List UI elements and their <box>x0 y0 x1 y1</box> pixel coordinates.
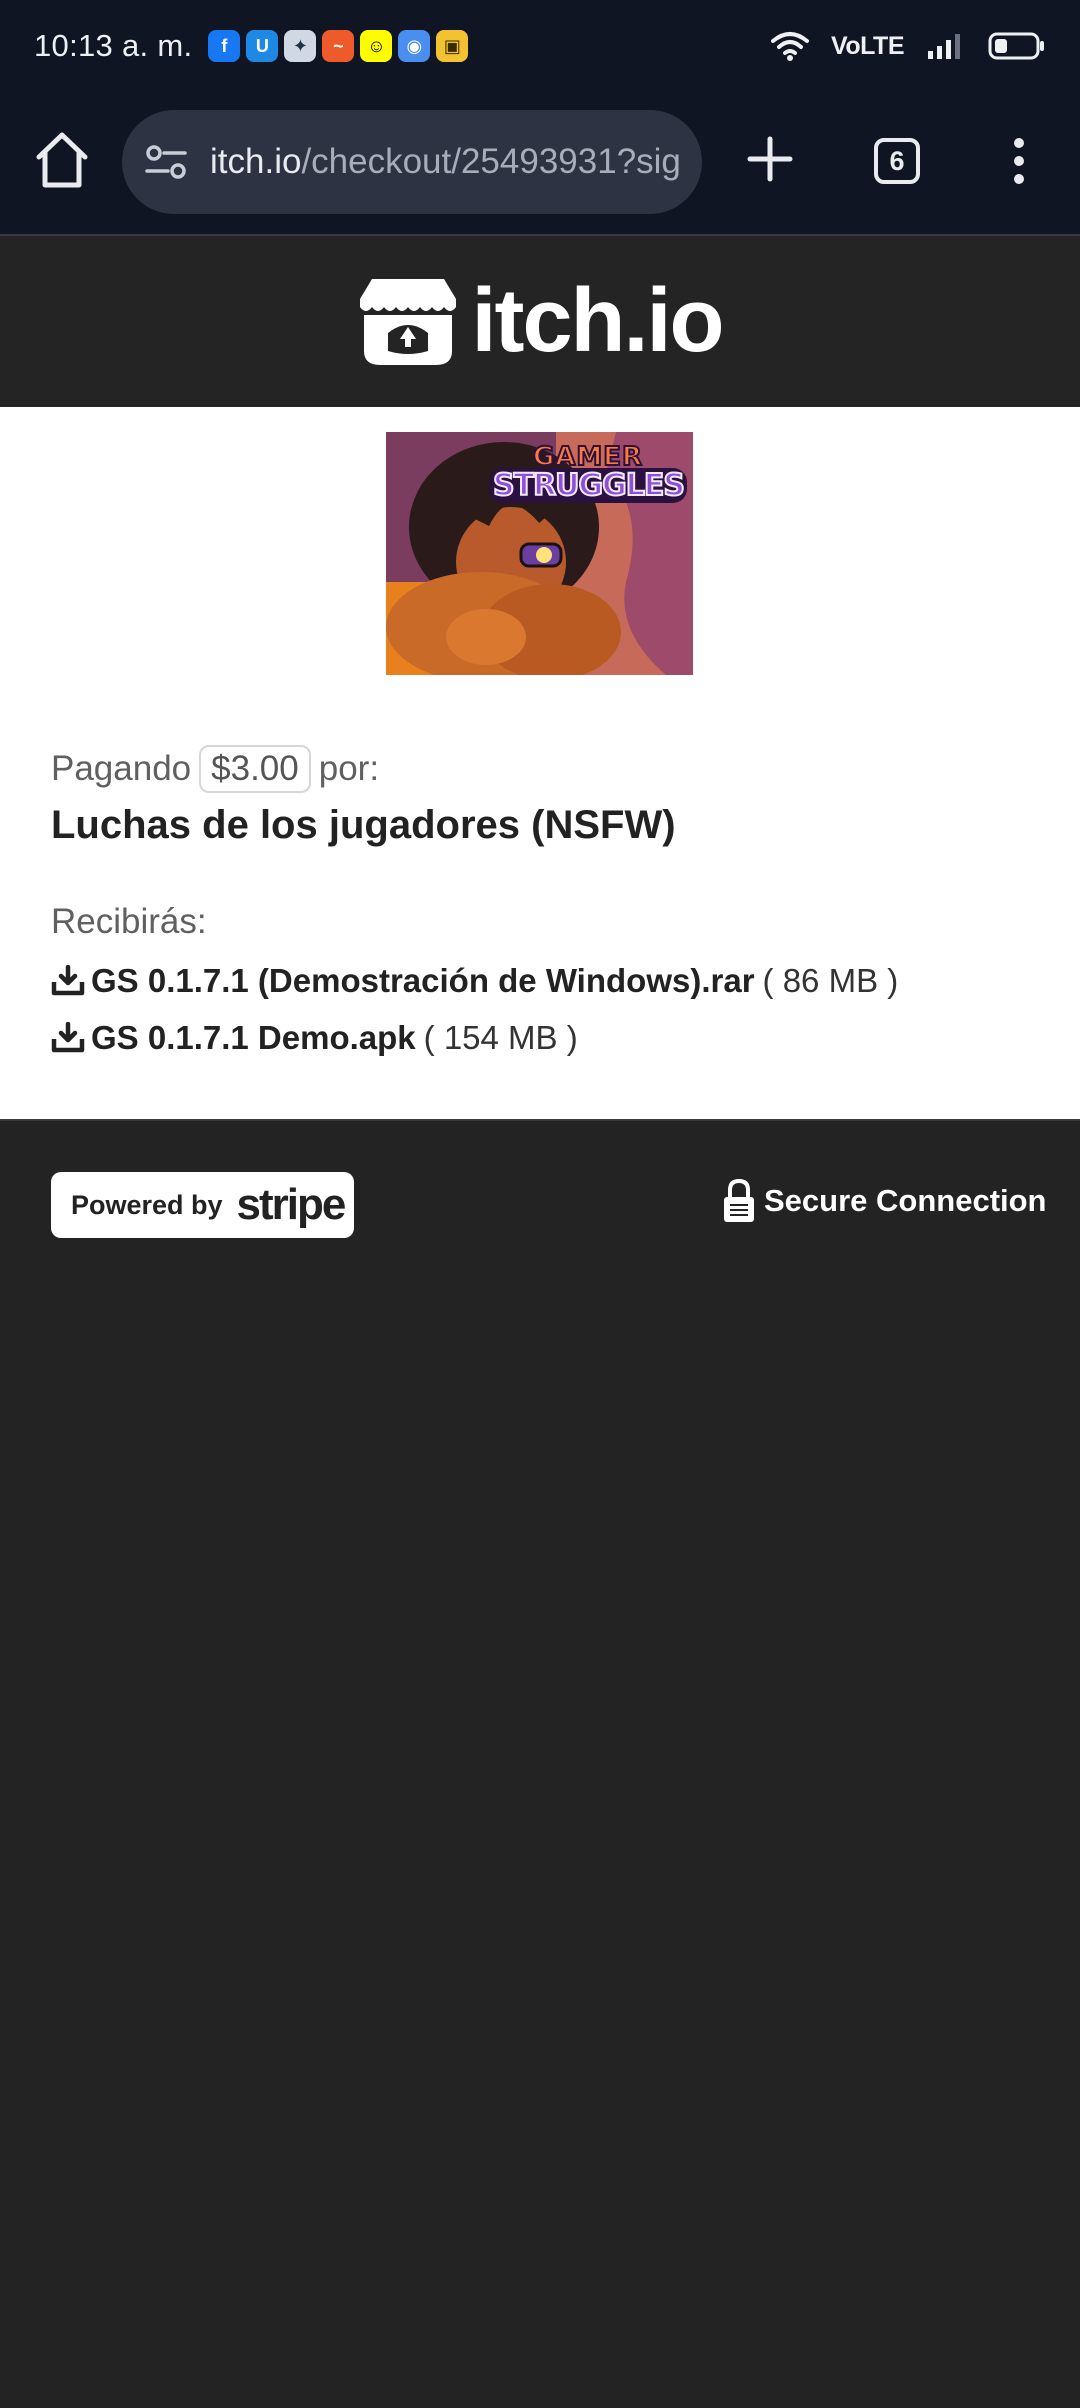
notification-icons: f U ✦ ~ ☺ ◉ ▣ <box>208 30 469 62</box>
receive-label: Recibirás: <box>51 902 207 941</box>
game-cover-image: GAMER STRUGGLES <box>386 432 693 675</box>
game-icon: ✦ <box>284 30 317 62</box>
url-path: /checkout/25493931?sig <box>301 142 681 181</box>
file-name: GS 0.1.7.1 Demo.apk <box>91 1019 416 1056</box>
file-item: GS 0.1.7.1 Demo.apk ( 154 MB ) <box>51 1019 578 1057</box>
paying-line: Pagando $3.00 por: <box>51 745 379 793</box>
url-host: itch.io <box>210 142 302 181</box>
stripe-logo: stripe <box>236 1180 347 1229</box>
new-tab-icon[interactable] <box>747 136 793 182</box>
status-bar: 10:13 a. m. f U ✦ ~ ☺ ◉ ▣ VoLTE <box>0 0 1080 92</box>
price-box: $3.00 <box>199 745 311 793</box>
more-menu-icon[interactable] <box>1004 136 1034 186</box>
photo-app-icon: ▣ <box>436 30 469 62</box>
powered-by-label: Powered by <box>71 1189 223 1220</box>
game-title[interactable]: Luchas de los jugadores (NSFW) <box>51 803 676 848</box>
itch-logo[interactable]: itch.io <box>358 270 725 373</box>
download-icon <box>51 965 85 996</box>
site-header: itch.io <box>0 234 1080 407</box>
status-time: 10:13 a. m. <box>34 28 193 63</box>
file-size: ( 86 MB ) <box>762 962 899 999</box>
url-text[interactable]: itch.io/checkout/25493931?sig <box>210 142 681 182</box>
site-settings-icon[interactable] <box>144 142 188 182</box>
paying-label: Pagando <box>51 749 192 788</box>
lock-icon <box>724 1178 754 1222</box>
url-bar[interactable]: itch.io/checkout/25493931?sig <box>122 110 702 214</box>
browser-toolbar: itch.io/checkout/25493931?sig 6 <box>0 92 1080 234</box>
cover-logo: GAMER STRUGGLES <box>489 441 687 504</box>
itch-storefront-icon <box>359 278 456 365</box>
home-icon[interactable] <box>34 130 90 190</box>
file-name: GS 0.1.7.1 (Demostración de Windows).rar <box>91 962 755 999</box>
status-right: VoLTE <box>771 30 1046 62</box>
vpn-icon: ◉ <box>398 30 431 62</box>
battery-icon <box>988 32 1044 60</box>
checkout-panel: GAMER STRUGGLES Pagando $3.00 por: Lucha… <box>0 407 1080 1121</box>
app-store-icon: U <box>246 30 279 62</box>
file-item: GS 0.1.7.1 (Demostración de Windows).rar… <box>51 962 898 1000</box>
signal-icon <box>928 34 960 59</box>
cover-logo-line2: STRUGGLES <box>489 467 687 504</box>
facebook-icon: f <box>208 30 241 62</box>
download-icon <box>51 1022 85 1053</box>
file-size: ( 154 MB ) <box>423 1019 578 1056</box>
wifi-icon <box>771 32 810 61</box>
snapchat-icon: ☺ <box>360 30 393 62</box>
for-label: por: <box>318 749 380 788</box>
secure-connection-label: Secure Connection <box>764 1183 1047 1218</box>
powered-by-stripe-badge[interactable]: Powered by stripe <box>51 1172 354 1238</box>
tab-switcher-button[interactable]: 6 <box>874 138 920 184</box>
volte-label: VoLTE <box>831 31 904 60</box>
secure-connection: Secure Connection <box>722 1178 1047 1224</box>
itch-logo-text: itch.io <box>471 271 725 371</box>
mustache-app-icon: ~ <box>322 30 355 62</box>
